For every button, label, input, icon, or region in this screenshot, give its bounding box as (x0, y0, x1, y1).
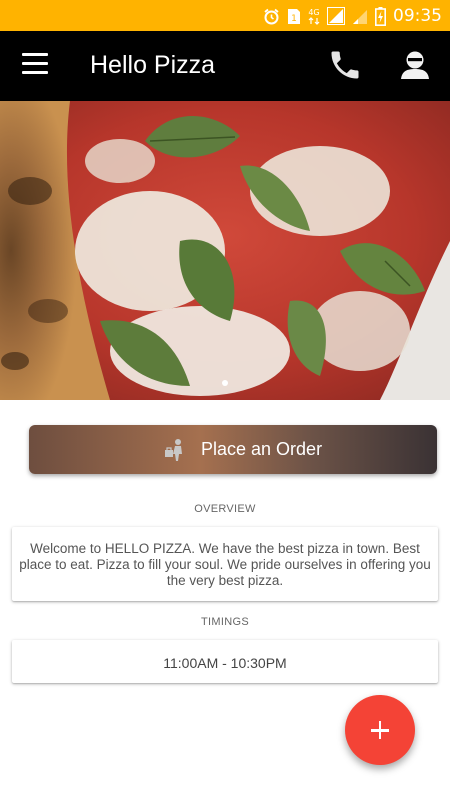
signal-icon (327, 7, 345, 25)
overview-card: Welcome to HELLO PIZZA. We have the best… (12, 527, 438, 601)
delivery-person-icon (165, 439, 182, 461)
status-bar: 1 4G 09:35 (0, 0, 450, 31)
svg-text:4G: 4G (308, 8, 319, 17)
overview-heading: OVERVIEW (194, 503, 256, 515)
pizza-image (0, 101, 450, 400)
place-order-button[interactable]: Place an Order (29, 425, 437, 474)
app-bar: Hello Pizza (0, 31, 450, 101)
phone-icon (331, 51, 359, 79)
user-icon (401, 51, 429, 79)
app-title: Hello Pizza (90, 51, 216, 79)
network-4g-icon: 4G (308, 8, 320, 25)
alarm-icon (264, 8, 279, 24)
place-order-label: Place an Order (201, 439, 323, 459)
menu-icon (22, 53, 48, 74)
svg-text:1: 1 (291, 14, 297, 24)
battery-charging-icon (375, 6, 386, 26)
signal-weak-icon (353, 10, 367, 24)
status-time: 09:35 (393, 6, 442, 26)
timings-heading: TIMINGS (201, 616, 249, 628)
status-icons: 1 4G 09:35 (263, 5, 442, 27)
call-button[interactable] (327, 47, 363, 83)
profile-button[interactable] (398, 48, 432, 82)
carousel-dot-active (222, 380, 228, 386)
timings-hours: 11:00AM - 10:30PM (163, 655, 287, 671)
overview-text: Welcome to HELLO PIZZA. We have the best… (19, 541, 431, 588)
carousel-indicator (0, 380, 450, 386)
sim1-icon: 1 (288, 8, 300, 24)
timings-card: 11:00AM - 10:30PM (12, 640, 438, 683)
hero-carousel[interactable] (0, 101, 450, 400)
menu-button[interactable] (22, 53, 48, 75)
add-fab-button[interactable] (345, 695, 415, 765)
